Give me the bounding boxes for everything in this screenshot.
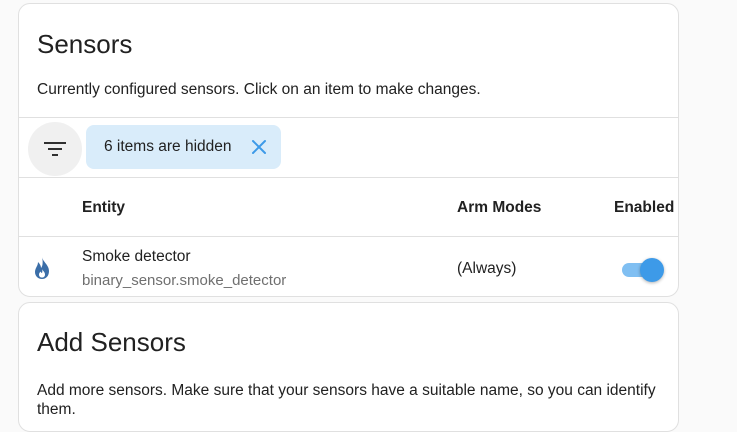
filter-button[interactable] (28, 122, 82, 176)
divider (19, 117, 678, 118)
toggle-knob (640, 258, 664, 282)
filter-icon (44, 142, 66, 156)
sensors-card: Sensors Currently configured sensors. Cl… (18, 3, 679, 297)
add-sensors-description: Add more sensors. Make sure that your se… (37, 382, 656, 418)
column-header-arm-modes[interactable]: Arm Modes (457, 199, 541, 217)
sensor-entity-id: binary_sensor.smoke_detector (82, 272, 287, 289)
add-sensors-title: Add Sensors (37, 327, 186, 357)
divider (19, 236, 678, 237)
add-sensors-card: Add Sensors Add more sensors. Make sure … (18, 302, 679, 432)
column-header-entity[interactable]: Entity (82, 199, 125, 217)
fire-icon (32, 256, 52, 280)
sensors-description: Currently configured sensors. Click on a… (37, 81, 481, 98)
sensor-name: Smoke detector (82, 248, 191, 265)
hidden-items-label: 6 items are hidden (104, 138, 232, 155)
sensor-arm-modes: (Always) (457, 260, 517, 277)
hidden-items-chip[interactable]: 6 items are hidden (86, 125, 281, 169)
close-icon[interactable] (249, 137, 269, 157)
enabled-toggle[interactable] (622, 257, 664, 282)
column-header-enabled[interactable]: Enabled (614, 199, 674, 217)
divider (19, 177, 678, 178)
sensors-title: Sensors (37, 29, 133, 59)
table-row[interactable]: Smoke detector binary_sensor.smoke_detec… (19, 238, 678, 296)
